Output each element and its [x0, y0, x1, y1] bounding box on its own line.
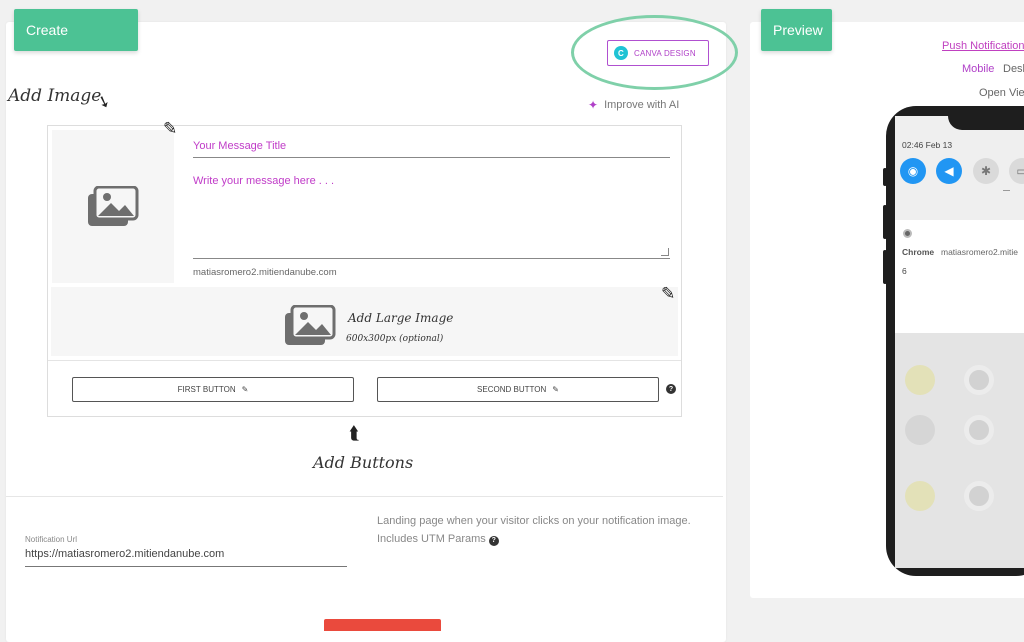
- pencil-icon: ✎: [552, 385, 559, 394]
- image-placeholder-icon: [88, 185, 139, 226]
- notification-url-input[interactable]: https://matiasromero2.mitiendanube.com: [25, 548, 347, 567]
- second-button[interactable]: SECOND BUTTON ✎: [377, 377, 659, 402]
- create-template-tab: Create Template: [14, 9, 138, 80]
- first-button[interactable]: FIRST BUTTON ✎: [72, 377, 354, 402]
- app-icon: [964, 415, 994, 445]
- message-title-input[interactable]: Your Message Title: [193, 136, 670, 158]
- image-placeholder-icon: [285, 305, 336, 345]
- app-icon: [964, 365, 994, 395]
- app-icon: [905, 415, 935, 445]
- arrow-up-icon: ⮬: [349, 423, 360, 443]
- notification-count: 6: [902, 266, 907, 276]
- add-buttons-hint: Add Buttons: [313, 453, 414, 472]
- phone-time: 02:46 Feb 13: [902, 140, 953, 150]
- icon-image-upload[interactable]: [52, 130, 174, 283]
- large-image-label: Add Large Image: [348, 311, 454, 325]
- preview-tab: Preview: [761, 9, 832, 51]
- phone-notch: [948, 106, 1024, 130]
- open-view-label: Open Vie: [979, 87, 1024, 99]
- mobile-view-tab[interactable]: Mobile: [962, 63, 994, 75]
- help-icon[interactable]: ?: [488, 536, 499, 546]
- chrome-icon: [903, 229, 912, 238]
- improve-with-ai-label: Improve with AI: [604, 99, 680, 111]
- desktop-view-tab[interactable]: Desk: [1003, 63, 1024, 75]
- message-body-placeholder: Write your message here . . .: [193, 175, 335, 187]
- notification-url-label: Notification Url: [25, 535, 78, 544]
- push-notification-link[interactable]: Push Notification: [942, 40, 1024, 52]
- notification-preview: [895, 222, 1024, 332]
- resize-grip-icon[interactable]: [661, 248, 669, 256]
- volume-icon: ◀: [936, 158, 962, 184]
- second-button-label: SECOND BUTTON: [477, 385, 547, 394]
- site-url-text: matiasromero2.mitiendanube.com: [193, 267, 337, 278]
- improve-with-ai-link[interactable]: ✦ Improve with AI: [588, 98, 679, 112]
- wifi-icon: ◉: [900, 158, 926, 184]
- drag-handle: [1003, 190, 1010, 191]
- canva-design-button[interactable]: C CANVA DESIGN: [607, 40, 709, 66]
- edit-icon[interactable]: ✎: [163, 119, 177, 139]
- edit-icon[interactable]: ✎: [661, 284, 675, 304]
- save-button[interactable]: [324, 619, 441, 631]
- pencil-icon: ✎: [241, 385, 249, 394]
- landing-page-description: Landing page when your visitor clicks on…: [377, 512, 707, 548]
- canva-design-label: CANVA DESIGN: [634, 48, 696, 58]
- add-image-hint: Add Image: [8, 86, 102, 106]
- large-image-size-hint: 600x300px (optional): [346, 334, 444, 344]
- app-grid-background: [895, 333, 1024, 568]
- help-icon[interactable]: ?: [666, 384, 676, 394]
- app-icon: [905, 365, 935, 395]
- canva-logo-icon: C: [614, 46, 628, 60]
- landing-text-line-1: Landing page when your visitor clicks on…: [377, 515, 691, 527]
- first-button-label: FIRST BUTTON: [177, 385, 236, 394]
- message-body-textarea[interactable]: Write your message here . . .: [193, 175, 670, 259]
- app-icon: [905, 481, 935, 511]
- magic-wand-icon: ✦: [588, 98, 599, 112]
- notification-app-name: Chrome: [902, 247, 935, 257]
- notification-site: matiasromero2.mitie: [941, 247, 1018, 257]
- notification-editor: [47, 125, 682, 417]
- bluetooth-icon: ✱: [973, 158, 999, 184]
- divider: [6, 496, 723, 497]
- landing-text-line-2: Includes UTM Params?: [377, 530, 707, 548]
- app-icon: [964, 481, 994, 511]
- divider: [48, 360, 681, 361]
